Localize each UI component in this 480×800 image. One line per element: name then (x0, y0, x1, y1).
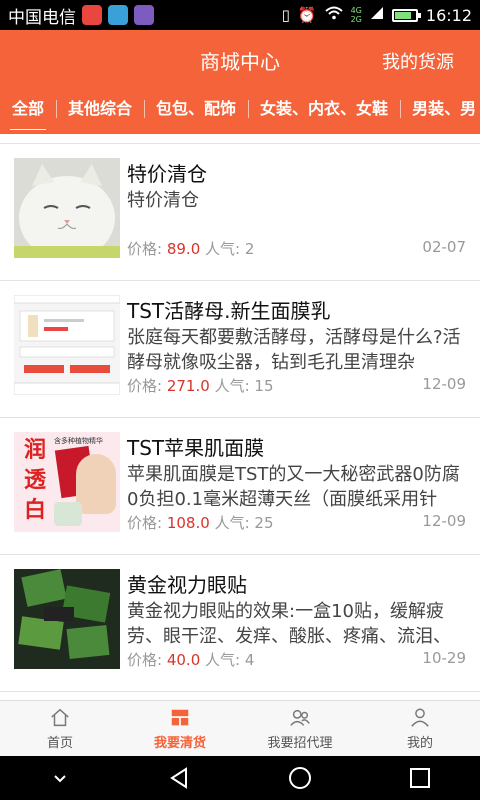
price-value: 271.0 (166, 377, 210, 395)
back-icon[interactable] (166, 764, 194, 792)
product-date: 12-09 (422, 375, 466, 393)
user-icon (411, 708, 429, 727)
chevron-down-icon[interactable] (46, 764, 74, 792)
list-item[interactable]: 润透白 含多种植物精华 TST苹果肌面膜苹果肌面膜是TST的又一大秘密武器0防腐0负… (0, 418, 480, 545)
nav-label: 我要招代理 (267, 735, 333, 751)
product-description: 苹果肌面膜是TST的又一大秘密武器0防腐0负担0.1毫米超薄天丝（面膜纸采用针 (127, 464, 460, 510)
thumb-char-1: 透 (23, 468, 46, 493)
bottom-nav: 首页 我要清货 我要招代理 我的 (0, 700, 480, 756)
network-type: 4G 2G (351, 6, 362, 24)
price-value: 40.0 (166, 651, 201, 669)
popularity-value: 2 (244, 240, 255, 258)
list-item[interactable]: ZNSOLAA珍嗖啦▯▯珍嗖啦现货！ ⚜ 真的可以瘦哦100%[珍价格: 人气: (0, 692, 480, 700)
vibrate-icon: ▯ (281, 6, 290, 24)
product-thumbnail (14, 295, 120, 395)
product-meta: 价格: 271.0 人气: 15 (127, 375, 274, 396)
popularity-value: 4 (244, 651, 255, 669)
title-bar: 商城中心 我的货源 (0, 30, 480, 88)
signal-icon (370, 6, 384, 24)
app-notification-icon-1 (82, 5, 102, 25)
nav-label: 我的 (406, 735, 433, 751)
price-label: 价格: (127, 377, 163, 395)
product-thumbnail (14, 569, 120, 669)
network-4g-label: 4G (350, 6, 362, 15)
tab-4[interactable]: 男装、男 (400, 98, 480, 120)
list-separator (0, 408, 480, 418)
product-title: 黄金视力眼贴 (127, 573, 247, 597)
product-thumbnail: 润透白 含多种植物精华 (14, 432, 120, 532)
product-list[interactable]: 特价清仓 特价清仓 价格: 89.0 人气: 2 02-07 TST活酵母.新生面膜乳张… (0, 134, 480, 700)
network-2g-label: 2G (350, 15, 362, 24)
popularity-label: 人气: (205, 651, 241, 669)
alarm-icon: ⏰ (297, 6, 317, 24)
popularity-label: 人气: (214, 514, 250, 532)
home-icon (51, 708, 69, 726)
recents-icon[interactable] (406, 764, 434, 792)
nav-label: 首页 (46, 735, 73, 751)
store-icon (171, 709, 189, 725)
category-tabs: 全部 其他综合 包包、配饰 女装、内衣、女鞋 男装、男 (0, 88, 480, 134)
nav-item-1[interactable]: 我要清货 (120, 701, 240, 756)
list-separator (0, 545, 480, 555)
nav-item-2[interactable]: 我要招代理 (240, 701, 360, 756)
my-sources-link[interactable]: 我的货源 (382, 48, 454, 74)
nav-item-0[interactable]: 首页 (0, 701, 120, 756)
popularity-label: 人气: (205, 240, 241, 258)
thumb-char-2: 白 (23, 498, 46, 523)
home-circle-icon[interactable] (286, 764, 314, 792)
product-description: 张庭每天都要敷活酵母，活酵母是什么?活酵母就像吸尘器，钻到毛孔里清理杂 (127, 327, 461, 373)
nav-item-3[interactable]: 我的 (360, 701, 480, 756)
tab-2[interactable]: 包包、配饰 (144, 98, 248, 120)
price-label: 价格: (127, 514, 163, 532)
battery-fill (394, 11, 411, 19)
popularity-label: 人气: (214, 377, 250, 395)
product-date: 10-29 (422, 649, 466, 667)
tab-3[interactable]: 女装、内衣、女鞋 (248, 98, 400, 120)
price-label: 价格: (127, 651, 163, 669)
system-nav-bar (0, 756, 480, 800)
product-title: 特价清仓 (127, 162, 207, 186)
nav-label: 我要清货 (153, 735, 206, 751)
list-item[interactable]: 黄金视力眼贴黄金视力眼贴的效果:一盒10贴，缓解疲劳、眼干涩、发痒、酸胀、疼痛、… (0, 555, 480, 682)
app-notification-icon-2 (108, 5, 128, 25)
thumb-char-0: 润 (23, 438, 46, 463)
product-meta: 价格: 89.0 人气: 2 (127, 238, 254, 259)
product-meta: 价格: 40.0 人气: 4 (127, 649, 254, 670)
product-description: 特价清仓 (127, 190, 199, 211)
list-item[interactable]: 特价清仓 特价清仓 价格: 89.0 人气: 2 02-07 (0, 144, 480, 271)
list-separator (0, 271, 480, 281)
price-value: 89.0 (166, 240, 201, 258)
list-separator (0, 682, 480, 692)
product-date: 12-09 (422, 512, 466, 530)
carrier-text: 中国电信 (8, 7, 76, 28)
product-date: 02-07 (422, 238, 466, 256)
app-notification-icon-3 (134, 5, 154, 25)
product-thumbnail (14, 158, 120, 258)
list-item[interactable]: TST活酵母.新生面膜乳张庭每天都要敷活酵母，活酵母是什么?活酵母就像吸尘器，钻… (0, 281, 480, 408)
battery-icon (391, 8, 421, 22)
product-title: TST苹果肌面膜 (127, 436, 265, 460)
wifi-icon (324, 6, 343, 24)
price-value: 108.0 (166, 514, 210, 532)
product-description: 黄金视力眼贴的效果:一盒10贴，缓解疲劳、眼干涩、发痒、酸胀、疼痛、流泪、 (127, 601, 451, 647)
status-bar: 中国电信 ▯ ⏰ 4G 2G 16:12 (0, 0, 480, 30)
popularity-value: 25 (254, 514, 274, 532)
people-icon (290, 709, 310, 726)
product-meta: 价格: 108.0 人气: 25 (127, 512, 274, 533)
list-separator (0, 134, 480, 144)
price-label: 价格: (127, 240, 163, 258)
popularity-value: 15 (254, 377, 274, 395)
tab-1[interactable]: 其他综合 (56, 98, 144, 120)
thumb-caption: 含多种植物精华 (54, 437, 103, 445)
product-title: TST活酵母.新生面膜乳 (127, 299, 331, 323)
clock-text: 16:12 (425, 5, 472, 25)
tab-0[interactable]: 全部 (0, 98, 56, 130)
